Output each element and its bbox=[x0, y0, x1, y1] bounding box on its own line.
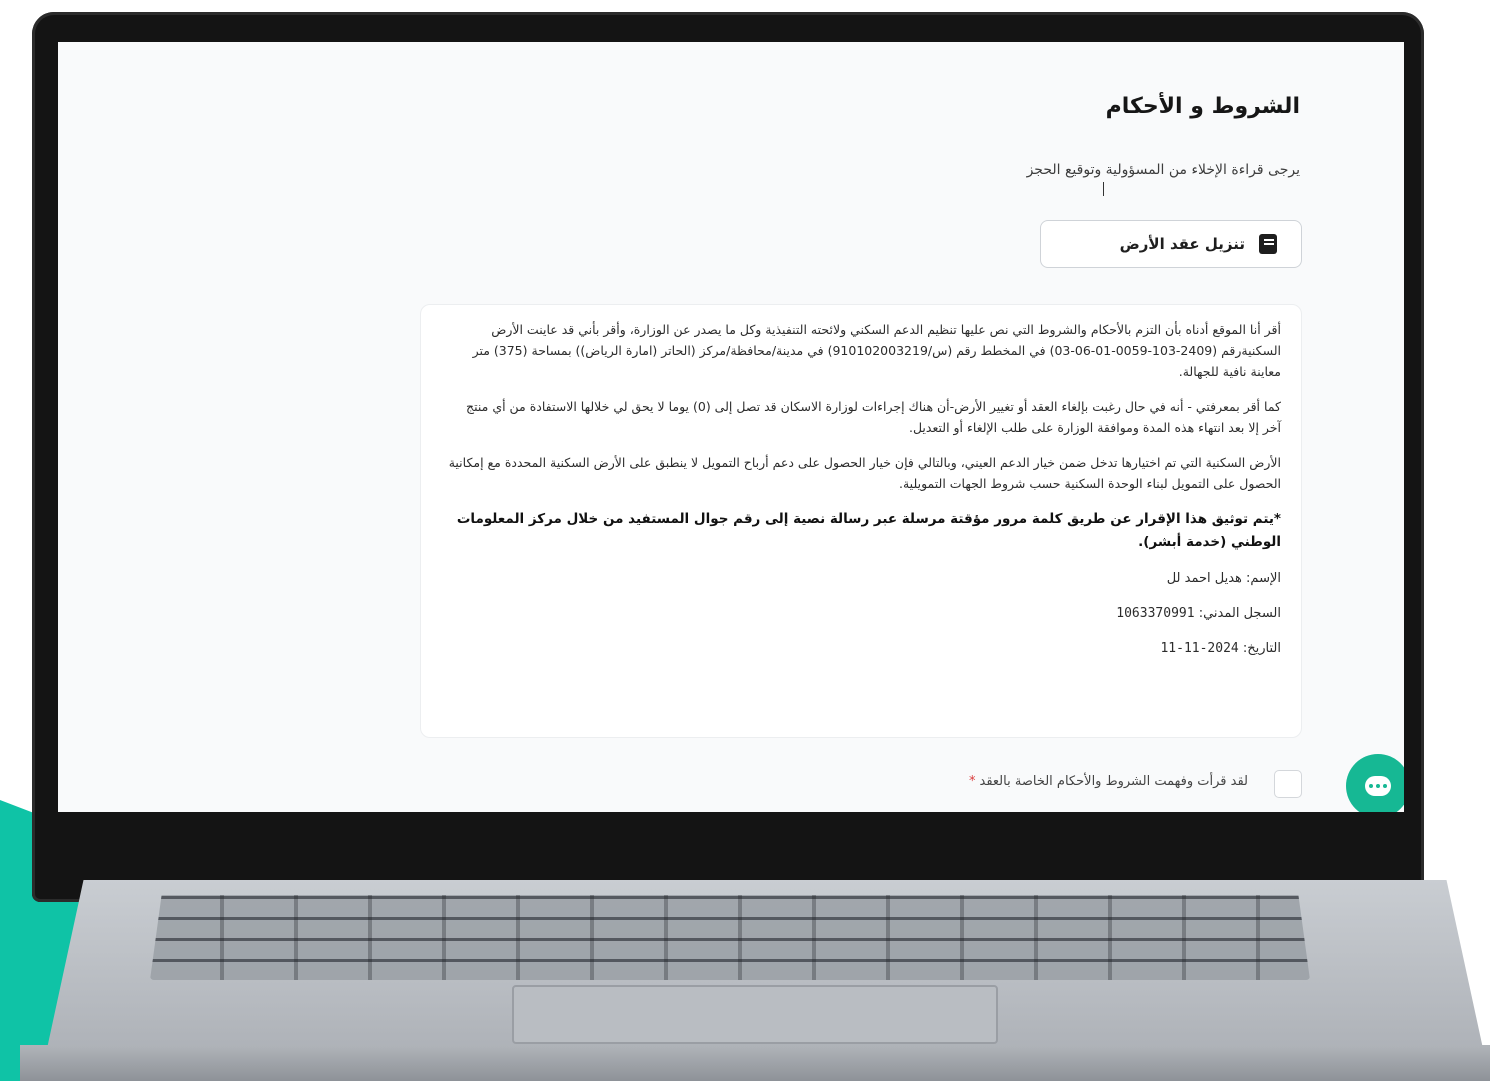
terms-paragraph-1: أقر أنا الموقع أدناه بأن التزم بالأحكام … bbox=[472, 322, 1281, 379]
agree-checkbox[interactable] bbox=[1274, 770, 1302, 798]
agree-label: لقد قرأت وفهمت الشروط والأحكام الخاصة با… bbox=[979, 774, 1248, 789]
download-button-label: تنزيل عقد الأرض bbox=[1119, 235, 1245, 253]
civil-id-label: السجل المدني: bbox=[1198, 606, 1281, 621]
signer-name-label: الإسم: bbox=[1246, 571, 1281, 586]
terms-paragraph-2: كما أقر بمعرفتي - أنه في حال رغبت بإلغاء… bbox=[466, 399, 1281, 435]
laptop-front-edge bbox=[20, 1045, 1490, 1081]
text-cursor-icon bbox=[1103, 182, 1104, 196]
terms-notice: *يتم توثيق هذا الإقرار عن طريق كلمة مرور… bbox=[456, 511, 1281, 550]
page-title: الشروط و الأحكام bbox=[1105, 94, 1300, 119]
page-subtitle: يرجى قراءة الإخلاء من المسؤولية وتوقيع ا… bbox=[1026, 162, 1300, 178]
laptop-keyboard bbox=[150, 895, 1310, 980]
document-icon bbox=[1259, 234, 1277, 254]
terms-paragraph-3: الأرض السكنية التي تم اختيارها تدخل ضمن … bbox=[448, 455, 1281, 491]
download-land-contract-button[interactable]: تنزيل عقد الأرض bbox=[1040, 220, 1302, 268]
agree-label-row: لقد قرأت وفهمت الشروط والأحكام الخاصة با… bbox=[969, 774, 1248, 789]
laptop-touchpad bbox=[512, 985, 998, 1044]
required-mark: * bbox=[969, 774, 976, 789]
civil-id-line: السجل المدني: 1063370991 bbox=[445, 603, 1281, 624]
date-line: التاريخ: 2024-11-11 bbox=[445, 638, 1281, 659]
chat-icon bbox=[1365, 776, 1391, 796]
laptop-screen: الشروط و الأحكام يرجى قراءة الإخلاء من ا… bbox=[58, 42, 1404, 812]
signer-name-value: هديل احمد لل bbox=[1166, 571, 1242, 586]
signer-name-line: الإسم: هديل احمد لل bbox=[445, 568, 1281, 589]
civil-id-value: 1063370991 bbox=[1116, 606, 1195, 621]
date-label: التاريخ: bbox=[1242, 641, 1281, 656]
chat-button[interactable] bbox=[1346, 754, 1404, 812]
terms-text-box: أقر أنا الموقع أدناه بأن التزم بالأحكام … bbox=[420, 304, 1302, 738]
date-value: 2024-11-11 bbox=[1160, 641, 1239, 656]
